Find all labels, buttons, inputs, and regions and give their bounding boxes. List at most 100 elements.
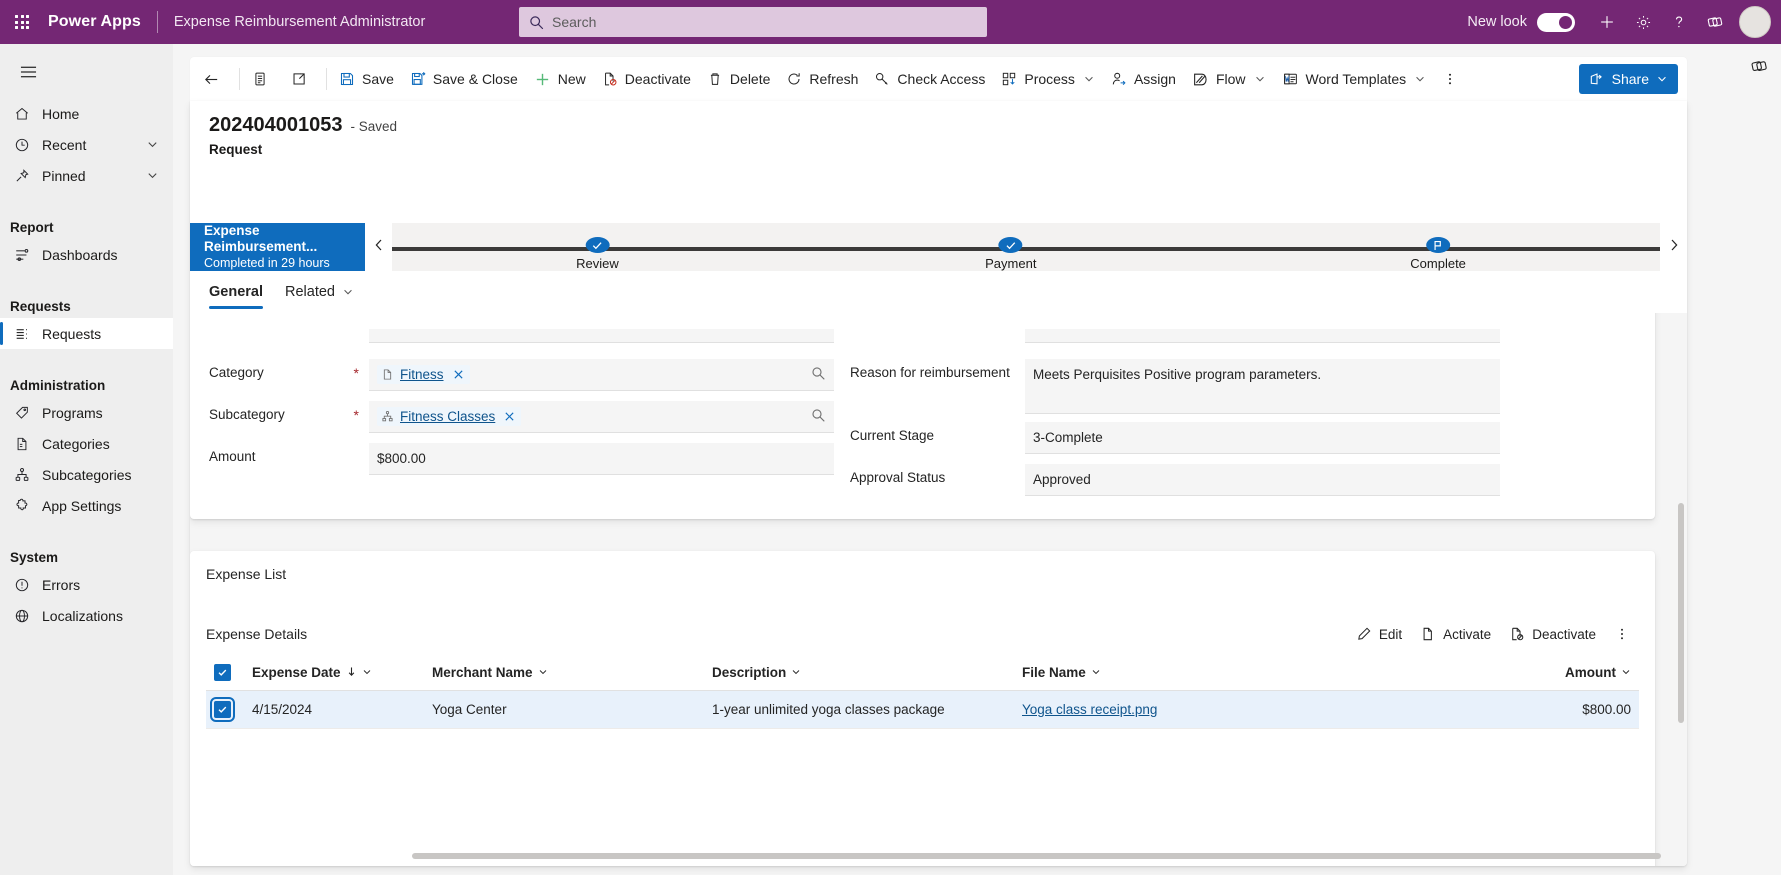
column-header-description[interactable]: Description bbox=[704, 656, 1014, 691]
feedback-icon[interactable] bbox=[1697, 4, 1733, 40]
word-templates-button[interactable]: Word Templates bbox=[1274, 61, 1435, 97]
close-icon[interactable] bbox=[453, 369, 464, 380]
bpf-active-stage[interactable]: Expense Reimbursement... Completed in 29… bbox=[190, 223, 365, 271]
field-control-subcategory[interactable]: Fitness Classes bbox=[369, 401, 834, 433]
bpf-stage-label: Review bbox=[576, 256, 619, 271]
chevron-down-icon[interactable] bbox=[146, 138, 159, 151]
command-overflow-button[interactable] bbox=[1434, 61, 1466, 97]
deactivate-button[interactable]: Deactivate bbox=[1500, 619, 1605, 649]
lookup-search-icon[interactable] bbox=[811, 408, 826, 426]
chevron-down-icon[interactable] bbox=[1621, 665, 1631, 680]
table-row[interactable]: 4/15/2024 Yoga Center 1-year unlimited y… bbox=[206, 690, 1639, 729]
lookup-value-subcategory[interactable]: Fitness Classes bbox=[400, 409, 495, 424]
field-control-category[interactable]: Fitness bbox=[369, 359, 834, 391]
lookup-value-category[interactable]: Fitness bbox=[400, 367, 444, 382]
edit-button[interactable]: Edit bbox=[1347, 619, 1411, 649]
deactivate-icon bbox=[1509, 626, 1525, 642]
search-input[interactable] bbox=[552, 14, 977, 30]
form-body: Category * Fitness Subcategory * Fitness… bbox=[190, 313, 1687, 866]
chevron-down-icon[interactable] bbox=[1083, 73, 1095, 85]
global-search[interactable] bbox=[519, 7, 987, 37]
plus-icon[interactable] bbox=[1589, 4, 1625, 40]
field-control-amount[interactable]: $800.00 bbox=[369, 443, 834, 475]
select-all-checkbox[interactable] bbox=[214, 664, 231, 682]
chevron-down-icon[interactable] bbox=[791, 665, 801, 680]
sidebar-item-home[interactable]: Home bbox=[0, 98, 173, 129]
lookup-pill-subcategory[interactable]: Fitness Classes bbox=[377, 407, 522, 426]
question-icon[interactable] bbox=[1661, 4, 1697, 40]
sidebar-item-programs[interactable]: Programs bbox=[0, 397, 173, 428]
lookup-pill-category[interactable]: Fitness bbox=[377, 365, 470, 384]
app-launcher-icon[interactable] bbox=[0, 0, 44, 44]
flow-button[interactable]: Flow bbox=[1184, 61, 1274, 97]
share-button[interactable]: Share bbox=[1578, 64, 1678, 94]
brand-title[interactable]: Power Apps bbox=[48, 13, 141, 31]
tab-related[interactable]: Related bbox=[285, 271, 354, 313]
more-vertical-icon bbox=[1442, 71, 1458, 87]
column-header-merchant-name[interactable]: Merchant Name bbox=[424, 656, 704, 691]
sidebar-item-localizations[interactable]: Localizations bbox=[0, 600, 173, 631]
chevron-down-icon[interactable] bbox=[146, 169, 159, 182]
chevron-down-icon[interactable] bbox=[342, 286, 354, 298]
sidebar-item-dashboards[interactable]: Dashboards bbox=[0, 239, 173, 270]
new-look-toggle[interactable] bbox=[1537, 12, 1575, 32]
chevron-down-icon[interactable] bbox=[1656, 73, 1668, 85]
column-header-expense-date[interactable]: Expense Date bbox=[244, 656, 424, 691]
process-button[interactable]: Process bbox=[993, 61, 1103, 97]
bpf-stage-review[interactable]: Review bbox=[576, 223, 619, 271]
refresh-button[interactable]: Refresh bbox=[778, 61, 866, 97]
back-button[interactable] bbox=[195, 61, 235, 97]
form-vertical-scrollbar[interactable] bbox=[1678, 503, 1684, 723]
row-checkbox[interactable] bbox=[210, 696, 235, 722]
sidebar-item-subcategories[interactable]: Subcategories bbox=[0, 459, 173, 490]
sidebar-item-pinned[interactable]: Pinned bbox=[0, 160, 173, 191]
deactivate-button[interactable]: Deactivate bbox=[594, 61, 699, 97]
bpf-stage-complete[interactable]: Complete bbox=[1410, 223, 1466, 271]
new-look-label: New look bbox=[1467, 14, 1527, 30]
bpf-next-button[interactable] bbox=[1660, 223, 1687, 271]
deactivate-label: Deactivate bbox=[624, 71, 691, 87]
hamburger-icon[interactable] bbox=[8, 52, 48, 92]
chevron-down-icon[interactable] bbox=[1414, 73, 1426, 85]
field-control-approval-status[interactable]: Approved bbox=[1025, 464, 1500, 496]
new-button[interactable]: New bbox=[526, 61, 594, 97]
bpf-stage-payment[interactable]: Payment bbox=[985, 223, 1036, 271]
close-icon[interactable] bbox=[504, 411, 515, 422]
chevron-down-icon[interactable] bbox=[1254, 73, 1266, 85]
cell-file-name[interactable]: Yoga class receipt.png bbox=[1014, 690, 1414, 729]
check-access-button[interactable]: Check Access bbox=[866, 61, 993, 97]
form-selector-button[interactable] bbox=[244, 61, 283, 97]
field-control-clipped[interactable] bbox=[369, 329, 834, 343]
file-link[interactable]: Yoga class receipt.png bbox=[1022, 702, 1157, 717]
column-header-file-name[interactable]: File Name bbox=[1014, 656, 1414, 691]
gear-icon[interactable] bbox=[1625, 4, 1661, 40]
chevron-down-icon[interactable] bbox=[1091, 665, 1101, 680]
delete-button[interactable]: Delete bbox=[699, 61, 778, 97]
feedback-icon[interactable] bbox=[1750, 57, 1769, 875]
field-label-current-stage: Current Stage bbox=[850, 422, 1025, 443]
grid-horizontal-scrollbar[interactable] bbox=[412, 853, 1661, 859]
sidebar-item-app-settings[interactable]: App Settings bbox=[0, 490, 173, 521]
lookup-search-icon[interactable] bbox=[811, 366, 826, 384]
avatar[interactable] bbox=[1739, 6, 1771, 38]
field-control-current-stage[interactable]: 3-Complete bbox=[1025, 422, 1500, 454]
popout-button[interactable] bbox=[283, 61, 322, 97]
tab-general[interactable]: General bbox=[209, 271, 263, 313]
sidebar-item-errors[interactable]: Errors bbox=[0, 569, 173, 600]
sidebar-item-recent[interactable]: Recent bbox=[0, 129, 173, 160]
sidebar-item-requests[interactable]: Requests bbox=[0, 318, 173, 349]
field-control-reason[interactable]: Meets Perquisites Positive program param… bbox=[1025, 359, 1500, 414]
chevron-down-icon[interactable] bbox=[538, 665, 548, 680]
sidebar-item-categories[interactable]: Categories bbox=[0, 428, 173, 459]
select-all-header[interactable] bbox=[206, 656, 244, 691]
bpf-previous-button[interactable] bbox=[365, 223, 392, 271]
column-header-amount[interactable]: Amount bbox=[1414, 656, 1639, 691]
assign-button[interactable]: Assign bbox=[1103, 61, 1184, 97]
save-and-close-button[interactable]: Save & Close bbox=[402, 61, 526, 97]
field-control-clipped[interactable] bbox=[1025, 329, 1500, 343]
row-select-cell[interactable] bbox=[206, 690, 244, 729]
subgrid-overflow-button[interactable] bbox=[1605, 619, 1639, 649]
save-button[interactable]: Save bbox=[331, 61, 402, 97]
chevron-down-icon[interactable] bbox=[362, 665, 372, 680]
activate-button[interactable]: Activate bbox=[1411, 619, 1500, 649]
